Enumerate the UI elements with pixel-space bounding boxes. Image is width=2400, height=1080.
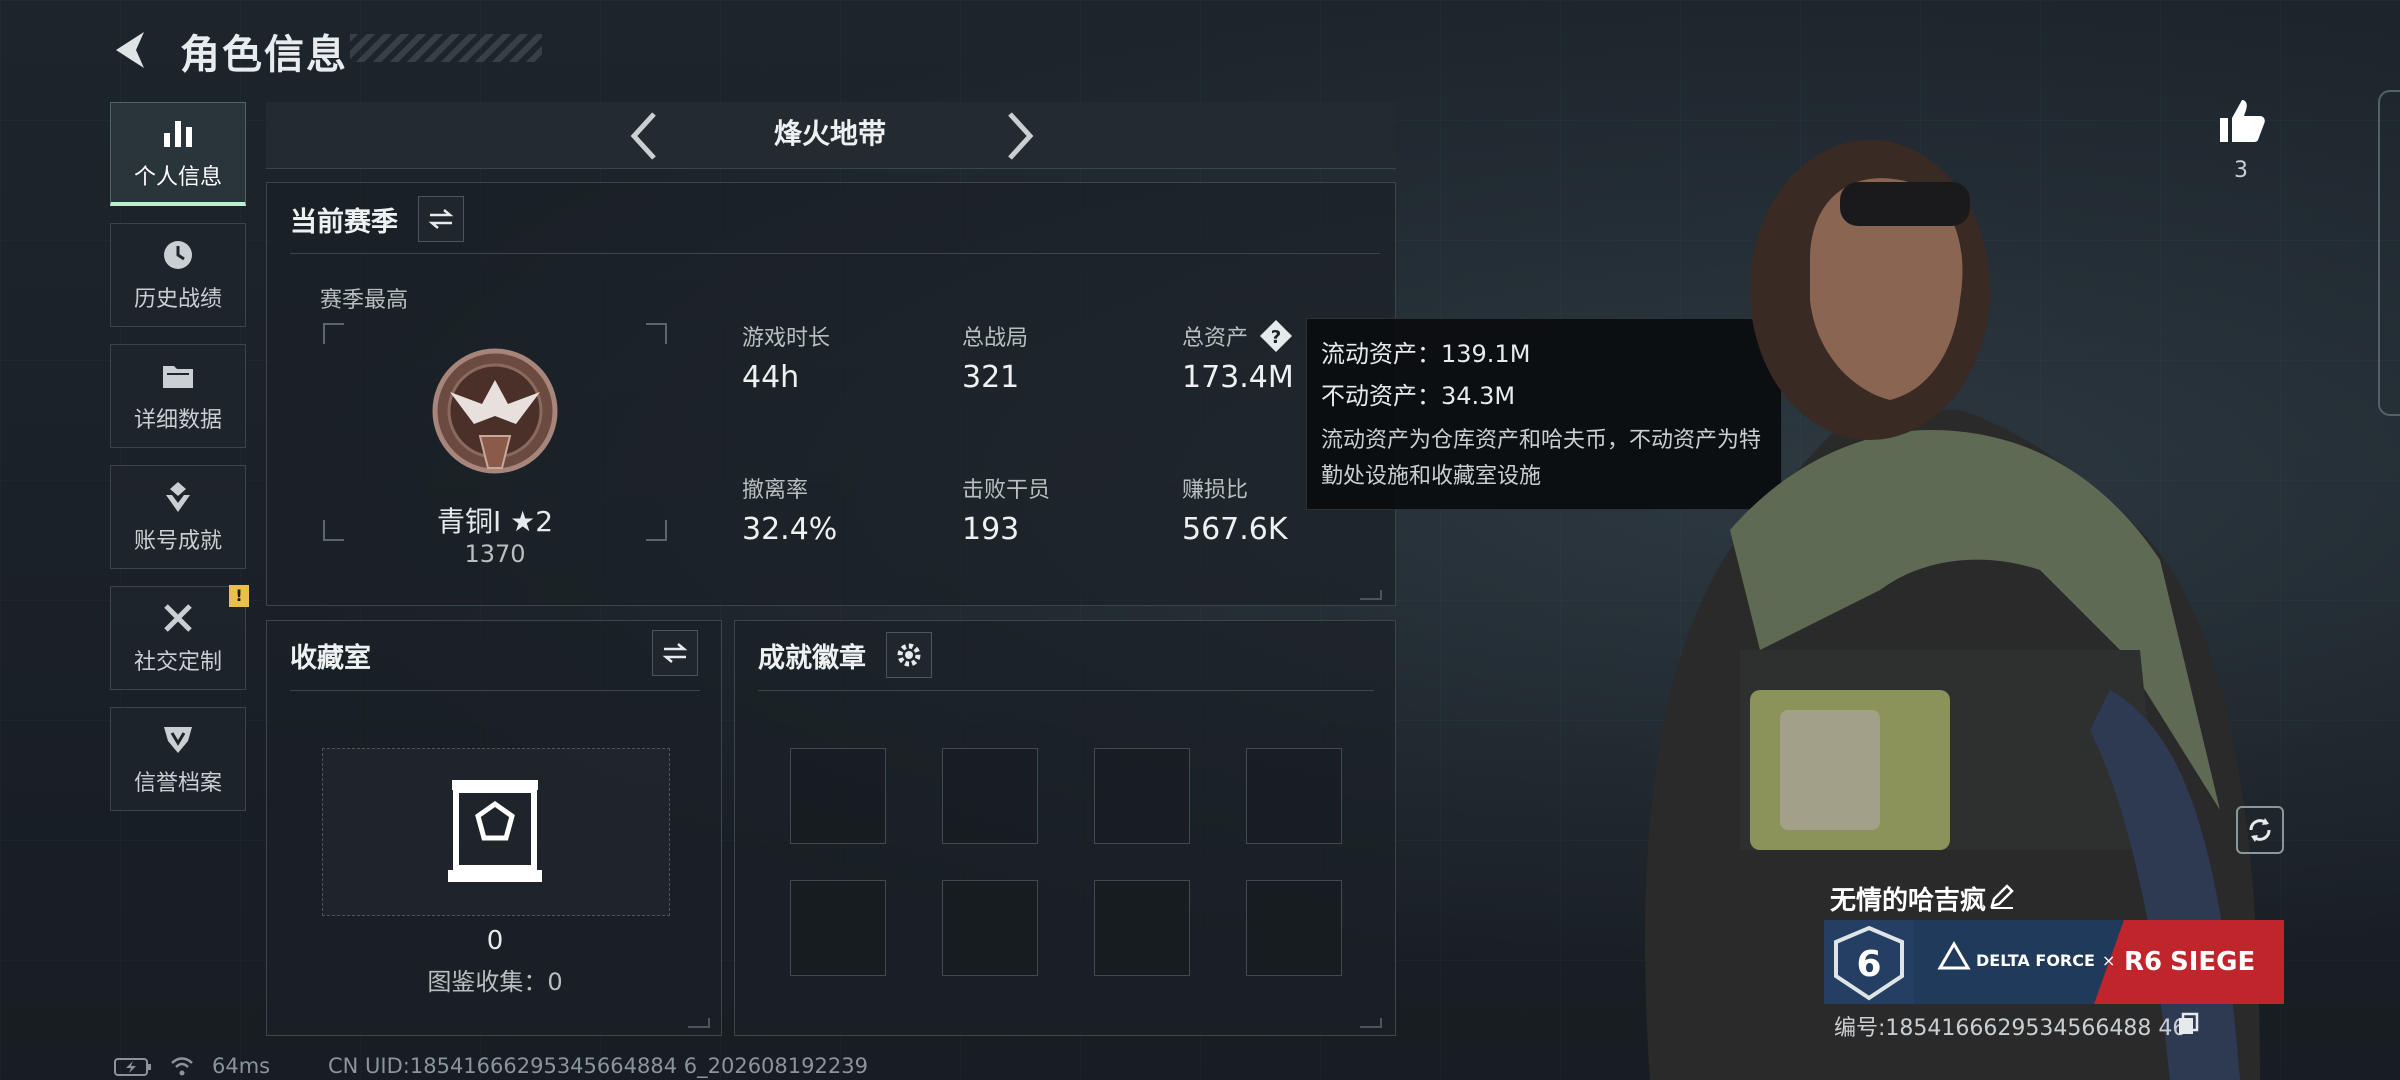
collection-index: 图鉴收集：0 [427,968,563,996]
nav-item-social-custom[interactable]: 社交定制 ! [110,585,249,690]
chevron-right-icon[interactable] [994,108,1044,164]
player-name: 无情的哈吉疯 [1830,886,1987,916]
stat-label-extraction-rate: 撤离率 [742,478,809,503]
chevron-left-icon[interactable] [620,108,670,164]
mode-label: 烽火地带 [773,117,886,150]
badge-slot[interactable] [1246,748,1342,844]
stat-label-total-assets: 总资产 [1182,326,1249,351]
badge-slot[interactable] [942,880,1038,976]
badge-slot[interactable] [790,748,886,844]
trophy-icon [166,482,190,512]
nav-item-detailed-data[interactable]: 详细数据 [110,344,246,448]
banner-siege: SIEGE [2170,947,2255,977]
swap-icon [428,209,454,229]
alert-badge: ! [229,585,249,607]
season-divider [290,253,1380,254]
nav-item-label: 信誉档案 [133,771,222,796]
badge-slot[interactable] [1094,880,1190,976]
badge-slot[interactable] [1246,880,1342,976]
nav-item-label: 账号成就 [133,529,222,554]
like-count: 3 [2234,158,2248,183]
stat-label-playtime: 游戏时长 [742,326,831,351]
nav-item-achievements[interactable]: 账号成就 [110,465,246,569]
swap-icon [662,643,688,663]
bar-chart-icon [164,120,192,147]
nav-item-reputation[interactable]: 信誉档案 [110,707,246,811]
rotate-model-button[interactable] [2236,806,2284,854]
season-switch-button[interactable] [418,196,464,242]
nav-item-history[interactable]: 历史战绩 [110,223,246,327]
page-title: 角色信息 [180,32,348,78]
banner-cross: × [2102,951,2115,970]
banner-r6: R6 [2124,947,2162,977]
ping-readout: 64ms [212,1054,271,1078]
uid-readout: CN UID:18541666295345664884 6_2026081922… [328,1054,868,1078]
gear-icon [897,643,921,667]
season-best-label: 赛季最高 [320,288,409,313]
badge-slot[interactable] [790,880,886,976]
tools-icon [164,604,192,632]
rank-points: 1370 [464,540,526,568]
badge-slot[interactable] [942,748,1038,844]
banner-delta-force: DELTA FORCE [1976,951,2095,970]
copy-icon[interactable] [2176,1012,2200,1036]
rank-name: 青铜I ★2 [436,505,554,538]
stat-value-kills: 193 [962,512,1020,547]
achievement-divider [758,690,1374,691]
battery-icon [114,1058,151,1076]
nav-item-label: 详细数据 [133,408,222,433]
shield-icon [164,727,192,753]
display-case-icon [448,780,542,882]
edit-pencil-icon[interactable] [1988,882,2016,910]
season-title: 当前赛季 [290,207,398,238]
panel-corner-decoration [1360,590,1382,600]
side-nav: 个人信息 历史战绩 详细数据 账号成就 社交定制 ! 信誉档案 [110,102,250,828]
stat-value-total-matches: 321 [962,360,1020,395]
back-arrow-icon[interactable] [110,28,154,72]
collection-count: 0 [486,926,504,956]
panel-corner-decoration [1360,1018,1382,1028]
stat-label-kills: 击败干员 [962,478,1051,503]
nav-item-label: 历史战绩 [133,287,222,312]
refresh-icon [2249,818,2271,842]
nav-item-label: 个人信息 [133,164,222,190]
wifi-icon [171,1057,193,1076]
help-icon[interactable]: ? [1258,318,1294,354]
player-id: 编号:1854166629534566488 46 [1834,1016,2187,1041]
stat-value-extraction-rate: 32.4% [742,512,838,547]
stat-label-total-matches: 总战局 [962,326,1029,351]
title-decoration [350,34,542,62]
clock-icon [164,241,192,269]
player-banner[interactable]: 6 DELTA FORCE × R6 SIEGE [1824,920,2284,1004]
svg-text:?: ? [1271,327,1281,348]
bronze-rank-emblem-icon [432,348,558,474]
achievement-settings-button[interactable] [886,632,932,678]
stat-value-playtime: 44h [742,360,800,395]
side-drawer-handle[interactable] [2378,90,2400,416]
nav-item-personal-info[interactable]: 个人信息 [110,102,246,206]
panel-corner-decoration [688,1018,710,1028]
badge-slot[interactable] [1094,748,1190,844]
thumbs-up-icon[interactable] [2214,94,2268,148]
banner-number: 6 [1856,944,1881,985]
achievement-title: 成就徽章 [758,643,866,674]
stat-label-profit-ratio: 赚损比 [1182,478,1249,503]
nav-item-label: 社交定制 [133,650,222,675]
collection-title: 收藏室 [290,643,371,674]
collection-divider [290,690,700,691]
folder-icon [163,366,193,388]
collection-switch-button[interactable] [652,630,698,676]
stat-value-total-assets: 173.4M [1182,360,1294,395]
stat-value-profit-ratio: 567.6K [1182,512,1288,547]
